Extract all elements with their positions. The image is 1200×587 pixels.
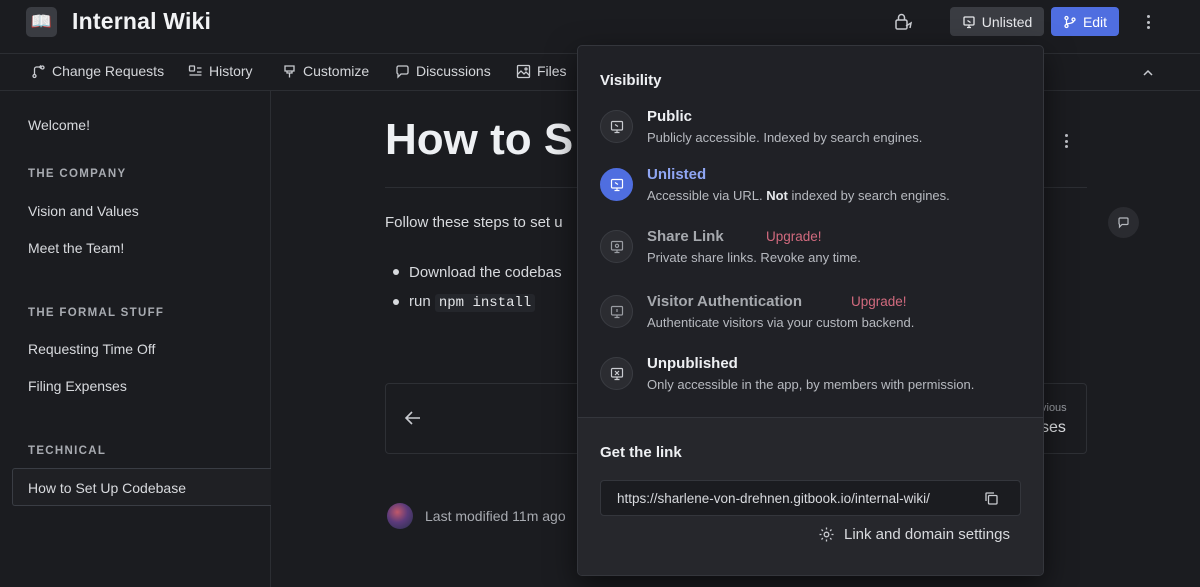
sidebar-item-vision-and-values[interactable]: Vision and Values [28, 203, 139, 219]
page-more-options-icon[interactable] [1058, 131, 1074, 151]
get-link-section: Get the link https://sharlene-von-drehne… [578, 417, 1043, 575]
sidebar-item-welcome[interactable]: Welcome! [28, 117, 90, 133]
comment-icon [1118, 217, 1129, 229]
option-title: Visitor Authentication [647, 293, 803, 310]
book-emoji-icon: 📖 [30, 12, 53, 31]
option-title: Unlisted [647, 166, 707, 183]
share-lock-icon[interactable] [892, 11, 914, 33]
visibility-button[interactable]: Unlisted [950, 7, 1044, 36]
change-request-icon [32, 64, 45, 78]
brush-icon [284, 64, 295, 77]
unlisted-icon [600, 168, 633, 201]
sidebar-item-requesting-time-off[interactable]: Requesting Time Off [28, 341, 155, 357]
sidebar-item-filing-expenses[interactable]: Filing Expenses [28, 378, 127, 394]
list-item: run npm install [393, 287, 562, 317]
sidebar-section-title: THE COMPANY [28, 168, 127, 180]
chat-icon [396, 64, 409, 79]
sidebar: Welcome! THE COMPANY Vision and Values M… [0, 91, 271, 587]
upgrade-badge[interactable]: Upgrade! [766, 229, 822, 244]
avatar[interactable] [387, 503, 413, 529]
popover-heading: Visibility [600, 72, 662, 89]
space-logo[interactable]: 📖 [26, 7, 57, 37]
tab-customize[interactable]: Customize [282, 63, 369, 79]
tab-discussions[interactable]: Discussions [395, 63, 491, 79]
share-link-icon [600, 230, 633, 263]
steps-list: Download the codebas run npm install [393, 257, 562, 317]
option-title: Public [647, 108, 693, 125]
more-options-icon[interactable] [1140, 11, 1156, 33]
link-settings-label: Link and domain settings [844, 526, 1010, 543]
intro-paragraph: Follow these steps to set u [385, 214, 563, 231]
tab-label: Discussions [416, 63, 491, 79]
history-icon [188, 64, 202, 76]
visibility-popover: Visibility Public Publicly accessible. I… [577, 45, 1044, 576]
tab-label: Files [537, 63, 567, 79]
last-modified-text: Last modified 11m ago [425, 508, 566, 524]
option-description: Private share links. Revoke any time. [647, 250, 861, 265]
public-icon [600, 110, 633, 143]
edit-button[interactable]: Edit [1051, 7, 1119, 36]
share-url-field[interactable]: https://sharlene-von-drehnen.gitbook.io/… [600, 480, 1021, 516]
chevron-up-icon[interactable] [1140, 65, 1156, 81]
tab-files[interactable]: Files [516, 63, 567, 79]
unlisted-icon [963, 15, 975, 28]
list-item-text: run [409, 293, 435, 310]
tab-label: Customize [303, 63, 370, 79]
sidebar-item-meet-the-team[interactable]: Meet the Team! [28, 240, 124, 256]
copy-icon[interactable] [983, 490, 1000, 507]
option-description: Authenticate visitors via your custom ba… [647, 315, 915, 330]
image-icon [516, 64, 531, 78]
option-description: Accessible via URL. Not indexed by searc… [647, 188, 950, 203]
tab-label: History [209, 63, 253, 79]
option-description: Only accessible in the app, by members w… [647, 377, 975, 392]
option-title: Unpublished [647, 355, 738, 372]
tab-change-requests[interactable]: Change Requests [31, 63, 164, 79]
share-url-text: https://sharlene-von-drehnen.gitbook.io/… [617, 491, 930, 506]
top-bar: 📖 Internal Wiki Unlisted Edit [0, 0, 1200, 44]
previous-page-label: vious [1041, 402, 1067, 414]
gear-icon [819, 527, 834, 542]
space-title[interactable]: Internal Wiki [72, 8, 211, 35]
link-and-domain-settings-button[interactable]: Link and domain settings [818, 526, 1010, 543]
option-description: Publicly accessible. Indexed by search e… [647, 130, 923, 145]
tab-history[interactable]: History [188, 63, 253, 79]
inline-code: npm install [434, 294, 536, 312]
get-link-heading: Get the link [600, 444, 682, 461]
visitor-auth-icon [600, 295, 633, 328]
list-item: Download the codebas [393, 257, 562, 287]
page-title: How to S [385, 115, 574, 164]
branch-icon [1064, 15, 1076, 28]
edit-button-label: Edit [1082, 13, 1108, 30]
sidebar-section-title: THE FORMAL STUFF [28, 307, 165, 319]
unpublished-icon [600, 357, 633, 390]
last-modified: Last modified 11m ago [387, 503, 566, 529]
tab-label: Change Requests [52, 63, 165, 79]
app-window: 📖 Internal Wiki Unlisted Edit Change Req… [0, 0, 1200, 587]
sidebar-section-title: TECHNICAL [28, 445, 107, 457]
list-item-text: Download the codebas [409, 263, 562, 281]
visibility-button-label: Unlisted [981, 13, 1033, 30]
upgrade-badge[interactable]: Upgrade! [851, 294, 907, 309]
comment-button[interactable] [1108, 207, 1139, 238]
sidebar-item-how-to-set-up-codebase[interactable]: How to Set Up Codebase [12, 468, 271, 506]
previous-page-title: ses [1041, 419, 1066, 436]
arrow-left-icon [404, 411, 420, 425]
option-title: Share Link [647, 228, 724, 245]
